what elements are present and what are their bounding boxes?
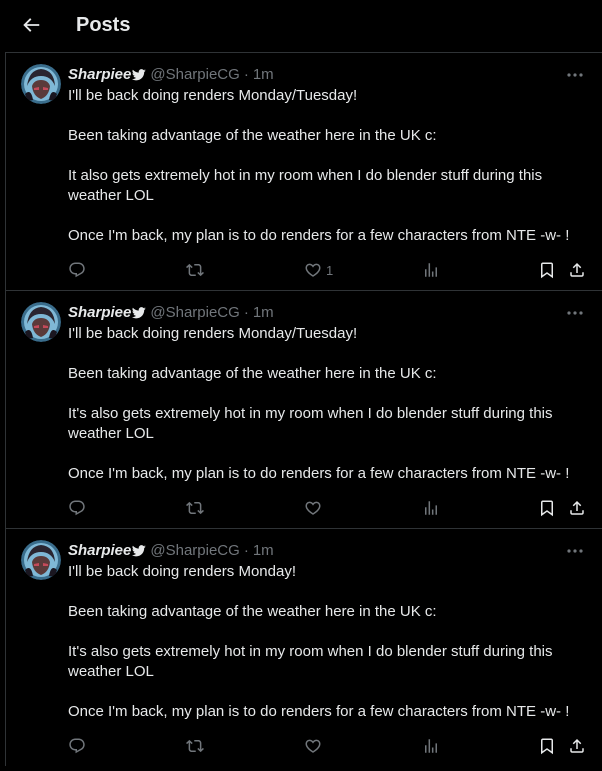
- more-options-button[interactable]: [565, 66, 585, 84]
- more-options-button[interactable]: [565, 542, 585, 560]
- reply-button[interactable]: [68, 259, 86, 281]
- timestamp[interactable]: 1m: [253, 66, 274, 83]
- separator: ·: [243, 542, 249, 559]
- bookmark-button[interactable]: [538, 259, 556, 281]
- views-icon: [425, 263, 437, 277]
- views-button[interactable]: [422, 259, 440, 281]
- share-icon: [570, 738, 584, 753]
- post-paragraph: I'll be back doing renders Monday/Tuesda…: [68, 87, 358, 104]
- twitter-bird-icon: [132, 305, 147, 325]
- more-horizontal-icon: [567, 311, 583, 315]
- reply-button[interactable]: [68, 497, 86, 519]
- post-text: I'll be back doing renders Monday/Tuesda…: [68, 324, 593, 484]
- handle[interactable]: @SharpieCG: [150, 304, 239, 321]
- post-paragraph: Once I'm back, my plan is to do renders …: [68, 227, 570, 244]
- bookmark-icon: [541, 262, 553, 279]
- timestamp[interactable]: 1m: [253, 304, 274, 321]
- post[interactable]: Sharpiee @SharpieCG · 1m I'll be back doing…: [5, 290, 602, 528]
- share-icon: [570, 500, 584, 515]
- post-paragraph: Been taking advantage of the weather her…: [68, 127, 437, 144]
- bookmark-icon: [541, 738, 553, 755]
- heart-icon: [305, 263, 321, 277]
- reply-icon: [69, 262, 85, 278]
- post-paragraph: I'll be back doing renders Monday/Tuesda…: [68, 325, 358, 342]
- post-actions: [6, 735, 602, 757]
- like-count: 1: [326, 262, 334, 278]
- post-paragraph: Been taking advantage of the weather her…: [68, 603, 437, 620]
- top-bar: Posts: [0, 0, 602, 52]
- repost-button[interactable]: [186, 259, 204, 281]
- separator: ·: [243, 304, 249, 321]
- separator: ·: [243, 66, 249, 83]
- post-header: Sharpiee @SharpieCG · 1m: [68, 65, 274, 85]
- share-icon: [570, 262, 584, 277]
- reply-icon: [69, 500, 85, 516]
- reply-icon: [69, 738, 85, 754]
- post-paragraph: Once I'm back, my plan is to do renders …: [68, 703, 570, 720]
- like-button[interactable]: [304, 497, 326, 519]
- avatar[interactable]: [21, 302, 61, 342]
- back-button[interactable]: [20, 14, 42, 36]
- more-horizontal-icon: [567, 549, 583, 553]
- post[interactable]: Sharpiee @SharpieCG · 1m I'll be back doing…: [5, 528, 602, 766]
- repost-button[interactable]: [186, 735, 204, 757]
- repost-button[interactable]: [186, 497, 204, 519]
- post-text: I'll be back doing renders Monday! Been …: [68, 562, 593, 722]
- more-horizontal-icon: [567, 73, 583, 77]
- heart-icon: [305, 501, 321, 515]
- heart-icon: [305, 739, 321, 753]
- post-header: Sharpiee @SharpieCG · 1m: [68, 303, 274, 323]
- twitter-bird-icon: [132, 543, 147, 563]
- repost-icon: [186, 739, 204, 753]
- timestamp[interactable]: 1m: [253, 542, 274, 559]
- views-button[interactable]: [422, 735, 440, 757]
- avatar[interactable]: [21, 540, 61, 580]
- bookmark-button[interactable]: [538, 735, 556, 757]
- views-icon: [425, 739, 437, 753]
- bookmark-button[interactable]: [538, 497, 556, 519]
- post-paragraph: Once I'm back, my plan is to do renders …: [68, 465, 570, 482]
- more-options-button[interactable]: [565, 304, 585, 322]
- repost-icon: [186, 501, 204, 515]
- twitter-bird-icon: [132, 67, 147, 87]
- post-paragraph: It's also gets extremely hot in my room …: [68, 405, 553, 442]
- post-paragraph: It's also gets extremely hot in my room …: [68, 643, 553, 680]
- arrow-left-icon: [23, 18, 40, 32]
- views-icon: [425, 501, 437, 515]
- views-button[interactable]: [422, 497, 440, 519]
- share-button[interactable]: [568, 735, 586, 757]
- post-paragraph: Been taking advantage of the weather her…: [68, 365, 437, 382]
- bookmark-icon: [541, 500, 553, 517]
- share-button[interactable]: [568, 497, 586, 519]
- post-text: I'll be back doing renders Monday/Tuesda…: [68, 86, 593, 246]
- post-actions: [6, 497, 602, 519]
- like-button[interactable]: [304, 735, 326, 757]
- repost-icon: [186, 263, 204, 277]
- post-paragraph: I'll be back doing renders Monday!: [68, 563, 296, 580]
- display-name[interactable]: Sharpiee: [68, 542, 131, 559]
- display-name[interactable]: Sharpiee: [68, 304, 131, 321]
- reply-button[interactable]: [68, 735, 86, 757]
- page-title: Posts: [76, 14, 131, 36]
- handle[interactable]: @SharpieCG: [150, 66, 239, 83]
- display-name[interactable]: Sharpiee: [68, 66, 131, 83]
- post-paragraph: It also gets extremely hot in my room wh…: [68, 167, 543, 204]
- post-header: Sharpiee @SharpieCG · 1m: [68, 541, 274, 561]
- handle[interactable]: @SharpieCG: [150, 542, 239, 559]
- post-actions: 1: [6, 259, 602, 281]
- like-button[interactable]: 1: [304, 259, 333, 281]
- share-button[interactable]: [568, 259, 586, 281]
- avatar[interactable]: [21, 64, 61, 104]
- post[interactable]: Sharpiee @SharpieCG · 1m I'll be back doing…: [5, 52, 602, 290]
